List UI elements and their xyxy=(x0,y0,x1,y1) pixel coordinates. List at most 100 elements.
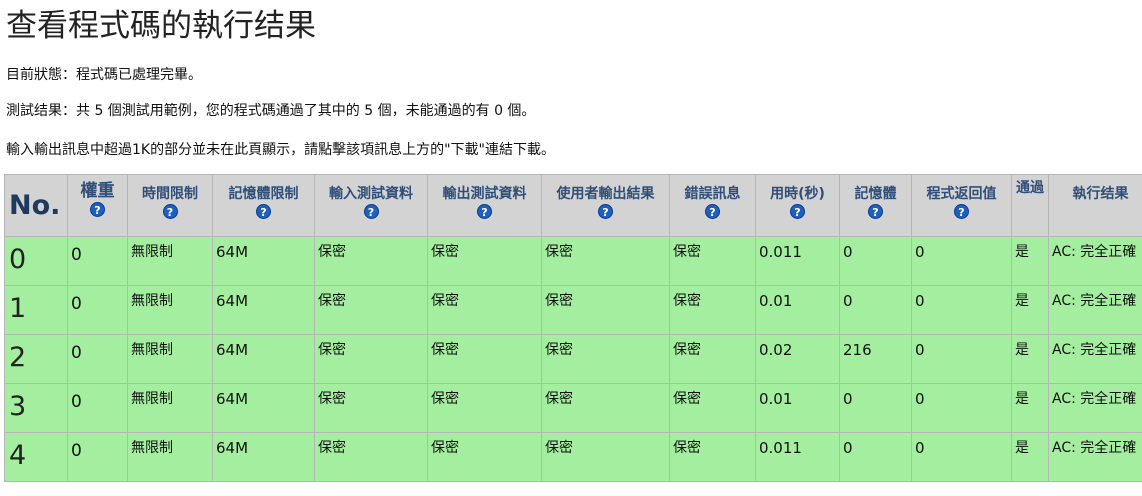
help-icon-memory-limit[interactable]: ? xyxy=(256,204,271,219)
cell-no: 0 xyxy=(4,236,68,286)
help-icon-return-value[interactable]: ? xyxy=(954,204,969,219)
cell-return-value: 0 xyxy=(911,383,1012,433)
truncation-note-line: 輸入輸出訊息中超過1K的部分並未在此頁顯示，請點擊該項訊息上方的"下載"連結下載… xyxy=(6,142,555,158)
col-header-memory-label: 記憶體 xyxy=(854,186,897,202)
help-icon-time-limit[interactable]: ? xyxy=(162,204,178,219)
cell-error: 保密 xyxy=(669,432,756,482)
cell-time-limit: 無限制 xyxy=(127,236,213,286)
col-header-output-data-label: 輸出測試資料 xyxy=(442,186,527,202)
cell-pass: 是 xyxy=(1011,383,1049,433)
cell-result: AC: 完全正確 xyxy=(1048,432,1142,482)
status-line: 目前狀態：程式碼已處理完畢。 xyxy=(6,67,202,83)
cell-user-output: 保密 xyxy=(541,236,670,286)
col-header-user-output: 使用者輸出結果? xyxy=(541,174,670,237)
cell-memory-limit: 64M xyxy=(212,236,315,286)
cell-error: 保密 xyxy=(669,285,756,335)
cell-pass: 是 xyxy=(1011,236,1049,286)
col-header-memory-limit: 記憶體限制? xyxy=(212,174,315,237)
col-header-pass: 通過 xyxy=(1011,174,1049,237)
cell-user-output: 保密 xyxy=(541,285,670,335)
cell-memory: 0 xyxy=(839,285,912,335)
result-summary-line: 測試结果：共 5 個測試用範例，您的程式碼通過了其中的 5 個，未能通過的有 0… xyxy=(6,103,536,119)
cell-no: 2 xyxy=(4,334,68,384)
cell-output: 保密 xyxy=(427,334,542,384)
cell-return-value: 0 xyxy=(911,334,1012,384)
cell-memory-limit: 64M xyxy=(212,334,315,384)
cell-weight: 0 xyxy=(67,432,128,482)
col-header-result-label: 執行结果 xyxy=(1072,186,1129,202)
results-table: No. 權重? 時間限制? 記憶體限制? 輸入測試資料? 輸出測試資料? 使用者… xyxy=(4,174,1142,482)
cell-output: 保密 xyxy=(427,383,542,433)
page-title: 查看程式碼的執行结果 xyxy=(6,8,316,44)
cell-input: 保密 xyxy=(314,383,428,433)
col-header-memory: 記憶體? xyxy=(839,174,912,237)
cell-result: AC: 完全正確 xyxy=(1048,236,1142,286)
cell-output: 保密 xyxy=(427,285,542,335)
cell-memory: 0 xyxy=(839,383,912,433)
cell-memory: 216 xyxy=(839,334,912,384)
cell-no: 4 xyxy=(4,432,68,482)
cell-time-limit: 無限制 xyxy=(127,432,213,482)
col-header-return-value-label: 程式返回值 xyxy=(926,186,997,202)
cell-weight: 0 xyxy=(67,285,128,335)
cell-error: 保密 xyxy=(669,334,756,384)
cell-result: AC: 完全正確 xyxy=(1048,334,1142,384)
col-header-time-used: 用時(秒)? xyxy=(755,174,840,237)
cell-weight: 0 xyxy=(67,236,128,286)
cell-weight: 0 xyxy=(67,334,128,384)
header-row: No. 權重? 時間限制? 記憶體限制? 輸入測試資料? 輸出測試資料? 使用者… xyxy=(4,174,1142,237)
col-header-input-data-label: 輸入測試資料 xyxy=(329,186,413,202)
col-header-pass-label: 通過 xyxy=(1016,180,1044,196)
col-header-input-data: 輸入測試資料? xyxy=(314,174,428,237)
cell-output: 保密 xyxy=(427,432,542,482)
table-row: 3 0 無限制 64M 保密 保密 保密 保密 0.01 0 0 是 AC: 完… xyxy=(4,383,1142,433)
cell-input: 保密 xyxy=(314,432,428,482)
cell-no: 3 xyxy=(4,383,68,433)
col-header-memory-limit-label: 記憶體限制 xyxy=(228,186,299,202)
cell-time-used: 0.011 xyxy=(755,432,840,482)
cell-time-limit: 無限制 xyxy=(127,285,213,335)
col-header-time-limit: 時間限制? xyxy=(127,174,213,237)
cell-memory: 0 xyxy=(839,432,912,482)
cell-input: 保密 xyxy=(314,236,428,286)
help-icon-time-used[interactable]: ? xyxy=(790,204,805,219)
col-header-output-data: 輸出測試資料? xyxy=(427,174,542,237)
help-icon-memory[interactable]: ? xyxy=(868,204,883,219)
col-header-weight-label: 權重 xyxy=(80,181,115,201)
col-header-error-msg-label: 錯誤訊息 xyxy=(684,186,741,202)
cell-result: AC: 完全正確 xyxy=(1048,383,1142,433)
help-icon-weight[interactable]: ? xyxy=(90,202,105,217)
cell-return-value: 0 xyxy=(911,432,1012,482)
cell-error: 保密 xyxy=(669,383,756,433)
help-icon-error-msg[interactable]: ? xyxy=(705,204,720,219)
cell-pass: 是 xyxy=(1011,285,1049,335)
help-icon-user-output[interactable]: ? xyxy=(598,204,613,219)
cell-memory: 0 xyxy=(839,236,912,286)
cell-time-used: 0.01 xyxy=(755,383,840,433)
cell-time-used: 0.01 xyxy=(755,285,840,335)
cell-user-output: 保密 xyxy=(541,432,670,482)
table-row: 0 0 無限制 64M 保密 保密 保密 保密 0.011 0 0 是 AC: … xyxy=(4,236,1142,286)
cell-time-used: 0.02 xyxy=(755,334,840,384)
cell-weight: 0 xyxy=(67,383,128,433)
cell-return-value: 0 xyxy=(911,285,1012,335)
cell-user-output: 保密 xyxy=(541,334,670,384)
col-header-return-value: 程式返回值? xyxy=(911,174,1012,237)
col-header-weight: 權重? xyxy=(67,174,128,237)
col-header-error-msg: 錯誤訊息? xyxy=(669,174,756,237)
table-row: 2 0 無限制 64M 保密 保密 保密 保密 0.02 216 0 是 AC:… xyxy=(4,334,1142,384)
cell-output: 保密 xyxy=(427,236,542,286)
cell-memory-limit: 64M xyxy=(212,285,315,335)
help-icon-output-data[interactable]: ? xyxy=(477,204,492,219)
cell-time-limit: 無限制 xyxy=(127,334,213,384)
cell-user-output: 保密 xyxy=(541,383,670,433)
col-header-result: 執行结果 xyxy=(1048,174,1142,237)
cell-result: AC: 完全正確 xyxy=(1048,285,1142,335)
cell-error: 保密 xyxy=(669,236,756,286)
col-header-time-limit-label: 時間限制 xyxy=(142,186,198,202)
table-row: 1 0 無限制 64M 保密 保密 保密 保密 0.01 0 0 是 AC: 完… xyxy=(4,285,1142,335)
help-icon-input-data[interactable]: ? xyxy=(363,204,379,219)
cell-pass: 是 xyxy=(1011,334,1049,384)
col-header-no-label: No. xyxy=(9,189,61,221)
cell-return-value: 0 xyxy=(911,236,1012,286)
